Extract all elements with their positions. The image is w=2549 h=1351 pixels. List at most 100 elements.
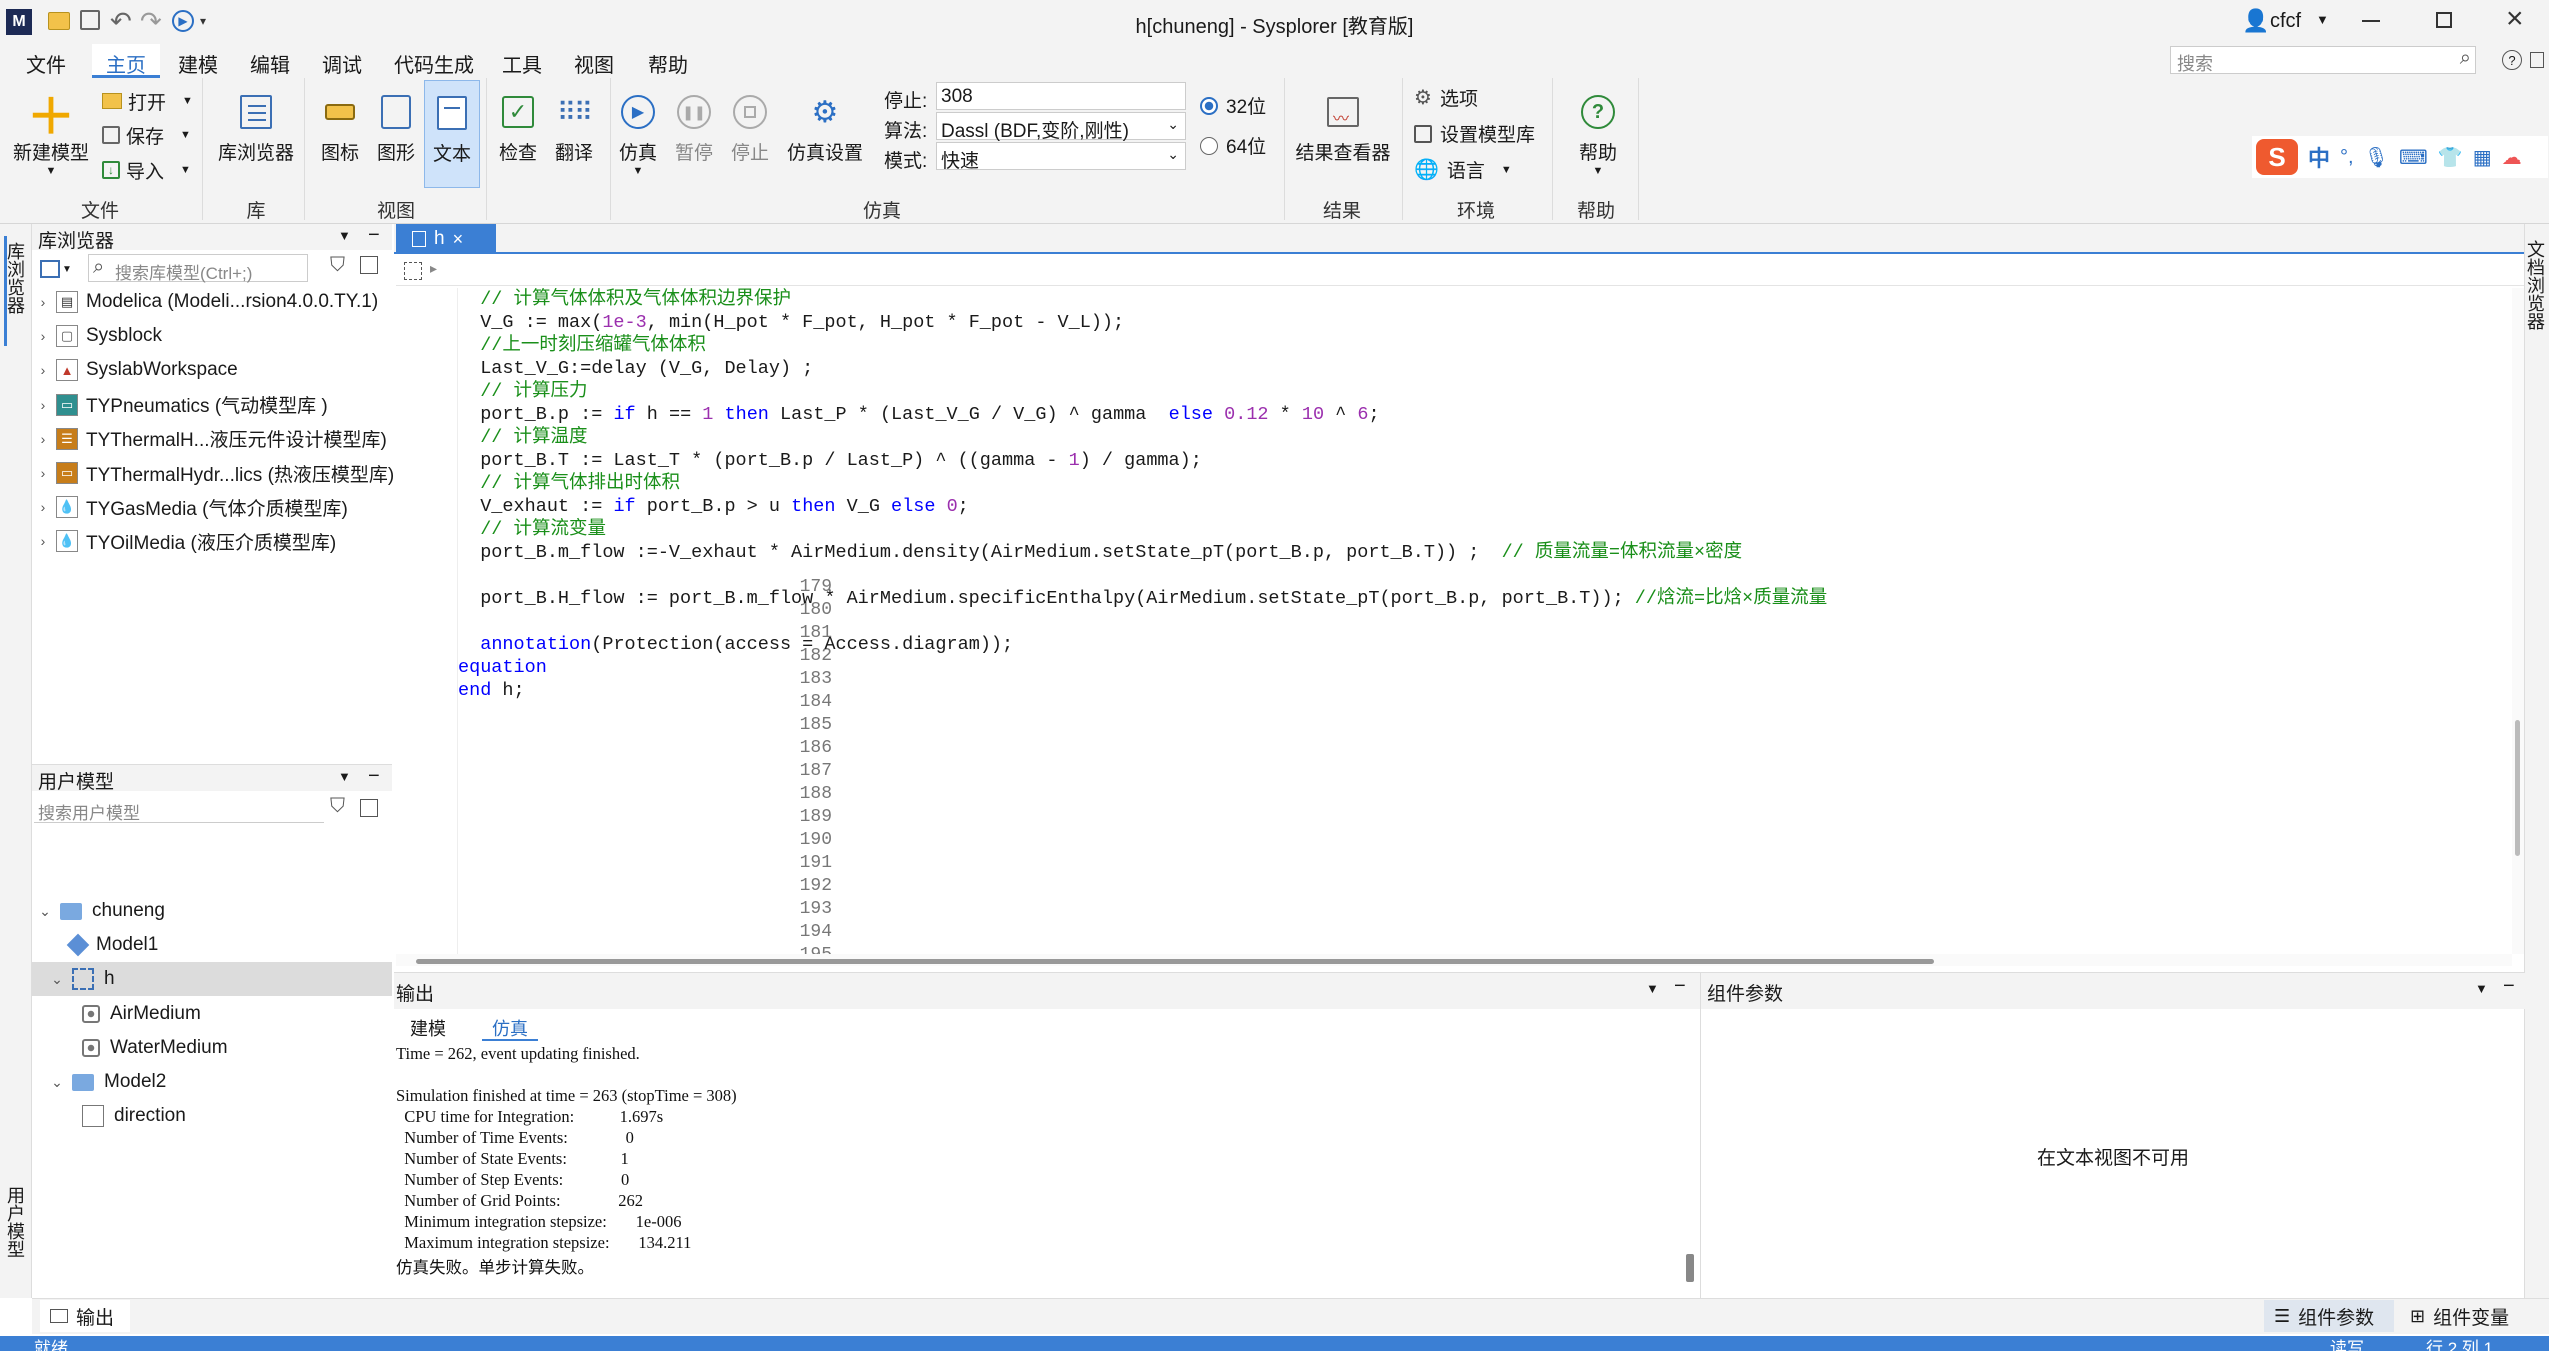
expand-caret-icon[interactable]: › bbox=[34, 397, 52, 413]
dock-tab-vars[interactable]: ⊞ 组件变量 bbox=[2400, 1300, 2530, 1332]
open-button[interactable]: 打开 ▼ bbox=[102, 86, 193, 116]
result-viewer-button[interactable]: 〰 结果查看器 bbox=[1290, 86, 1396, 165]
editor-hscroll-thumb[interactable] bbox=[416, 959, 1934, 964]
mode-select[interactable]: 快速 ⌄ bbox=[936, 142, 1186, 172]
expand-caret-icon[interactable]: ⌄ bbox=[48, 971, 66, 988]
sogou-logo-icon[interactable]: S bbox=[2256, 139, 2298, 175]
check-button[interactable]: ✓ 检查 bbox=[492, 86, 544, 165]
lib-tree-item[interactable]: › 💧 TYGasMedia (气体介质模型库) bbox=[34, 490, 348, 524]
code-editor[interactable]: 179 180 181 182 183 184 185 186 187 188 189 190 191 1… bbox=[396, 288, 2512, 954]
lib-tree-item[interactable]: › ▢ Sysblock bbox=[34, 319, 162, 353]
menu-view[interactable]: 视图 bbox=[574, 49, 614, 78]
stop-time-input[interactable]: 308 bbox=[936, 82, 1186, 110]
menu-home[interactable]: 主页 bbox=[92, 44, 160, 78]
simulate-button[interactable]: ▶ 仿真 ▼ bbox=[612, 86, 664, 177]
user-tree-item[interactable]: ⌄ Model2 bbox=[48, 1065, 166, 1099]
panel-menu-icon[interactable]: ▼ bbox=[338, 228, 351, 243]
menu-edit[interactable]: 编辑 bbox=[250, 49, 290, 78]
user-icon[interactable]: 👤 bbox=[2242, 8, 2269, 34]
panel-close-icon[interactable]: − bbox=[2503, 975, 2515, 998]
menu-debug[interactable]: 调试 bbox=[322, 49, 362, 78]
side-tab-user-models[interactable]: 用户模型 bbox=[4, 1186, 28, 1294]
user-name[interactable]: cfcf bbox=[2270, 10, 2301, 33]
sim-settings-button[interactable]: ⚙ 仿真设置 bbox=[782, 86, 868, 165]
game-icon[interactable]: ☁ bbox=[2502, 145, 2522, 170]
class-select-icon[interactable] bbox=[404, 262, 422, 280]
collapse-all-icon[interactable] bbox=[360, 799, 378, 817]
user-search-input[interactable]: 搜索用户模型 bbox=[34, 797, 324, 823]
output-vscrollbar[interactable] bbox=[1686, 1254, 1694, 1282]
lib-tree-item[interactable]: › ▭ TYPneumatics (气动模型库 ) bbox=[34, 388, 328, 422]
import-button[interactable]: ↓ 导入 ▼ bbox=[102, 155, 191, 185]
close-icon[interactable]: × bbox=[2506, 2, 2524, 36]
menu-modeling[interactable]: 建模 bbox=[178, 49, 218, 78]
user-tree-item[interactable]: Model1 bbox=[64, 928, 158, 962]
help-circle-icon[interactable]: ? bbox=[2502, 50, 2522, 70]
expand-caret-icon[interactable]: ⌄ bbox=[36, 903, 54, 920]
user-tree-item[interactable]: AirMedium bbox=[76, 997, 201, 1031]
user-dropdown-icon[interactable]: ▼ bbox=[2316, 12, 2329, 27]
code-text[interactable]: // 计算气体体积及气体体积边界保护 V_G := max(1e-3, min(… bbox=[458, 288, 2508, 954]
dock-tab-output[interactable]: 输出 bbox=[40, 1300, 130, 1332]
toolbox-icon[interactable]: ▦ bbox=[2473, 145, 2492, 170]
menu-help[interactable]: 帮助 bbox=[648, 49, 688, 78]
user-tree-item[interactable]: ⌄ h bbox=[48, 962, 115, 996]
keyboard-icon[interactable]: ⌨ bbox=[2399, 145, 2428, 170]
editor-tab-h[interactable]: h × bbox=[396, 224, 496, 254]
panel-menu-icon[interactable]: ▼ bbox=[2475, 981, 2488, 996]
ime-zh-indicator[interactable]: 中 bbox=[2308, 141, 2330, 173]
restore-icon[interactable] bbox=[2436, 12, 2452, 28]
editor-vscrollbar[interactable] bbox=[2512, 288, 2524, 954]
options-button[interactable]: ⚙ 选项 bbox=[1414, 84, 1478, 111]
expand-caret-icon[interactable]: › bbox=[34, 533, 52, 549]
side-tab-lib-browser[interactable]: 库浏览器 bbox=[4, 236, 28, 346]
diagram-view-button[interactable]: 图形 bbox=[370, 86, 422, 165]
global-search[interactable]: 搜索 ⌕ bbox=[2170, 46, 2476, 74]
menu-tools[interactable]: 工具 bbox=[502, 49, 542, 78]
output-tab-modeling[interactable]: 建模 bbox=[410, 1015, 446, 1041]
menu-file[interactable]: 文件 bbox=[26, 49, 66, 78]
panel-menu-icon[interactable]: ▼ bbox=[338, 769, 351, 784]
icon-view-button[interactable]: 图标 bbox=[314, 86, 366, 165]
user-tree-item[interactable]: WaterMedium bbox=[76, 1031, 228, 1065]
lib-tree-item[interactable]: › ▤ Modelica (Modeli...rsion4.0.0.TY.1) bbox=[34, 285, 378, 319]
bit64-radio[interactable]: 64位 bbox=[1200, 132, 1266, 159]
search-icon[interactable]: ⌕ bbox=[2460, 47, 2471, 70]
editor-hscrollbar[interactable] bbox=[396, 954, 2512, 966]
pin-icon[interactable] bbox=[2530, 52, 2544, 68]
filter-icon[interactable]: ⛉ bbox=[330, 795, 345, 818]
expand-caret-icon[interactable]: › bbox=[34, 328, 52, 344]
lib-tree-item[interactable]: › 💧 TYOilMedia (液压介质模型库) bbox=[34, 524, 336, 558]
side-tab-doc-browser[interactable]: 文档浏览器 bbox=[2525, 240, 2548, 360]
panel-close-icon[interactable]: − bbox=[368, 224, 380, 247]
microphone-icon[interactable]: 🎙 bbox=[2364, 145, 2389, 170]
lib-tree-item[interactable]: › ▭ TYThermalHydr...lics (热液压模型库) bbox=[34, 456, 394, 490]
set-lib-button[interactable]: 设置模型库 bbox=[1414, 120, 1535, 147]
save-button[interactable]: 保存 ▼ bbox=[102, 120, 191, 150]
user-tree-item[interactable]: direction bbox=[76, 1099, 186, 1133]
lib-tree-item[interactable]: › ☰ TYThermalH...液压元件设计模型库) bbox=[34, 422, 387, 456]
translate-button[interactable]: ⠿⠿ 翻译 bbox=[548, 86, 600, 165]
collapse-all-icon[interactable] bbox=[360, 256, 378, 274]
menu-codegen[interactable]: 代码生成 bbox=[394, 49, 474, 78]
pause-button[interactable]: ❚❚ 暂停 bbox=[668, 86, 720, 165]
dock-tab-params[interactable]: ☰ 组件参数 bbox=[2264, 1300, 2394, 1332]
tab-close-icon[interactable]: × bbox=[453, 229, 464, 250]
algorithm-select[interactable]: Dassl (BDF,变阶,刚性) ⌄ bbox=[936, 112, 1186, 142]
help-button[interactable]: ? 帮助 ▼ bbox=[1568, 86, 1628, 177]
skin-icon[interactable]: 👕 bbox=[2438, 145, 2463, 170]
lib-browser-button[interactable]: 库浏览器 bbox=[212, 86, 300, 165]
new-model-button[interactable]: ＋ 新建模型 ▼ bbox=[8, 86, 94, 177]
editor-vscroll-thumb[interactable] bbox=[2515, 720, 2520, 856]
panel-close-icon[interactable]: − bbox=[1674, 975, 1686, 998]
filter-icon[interactable]: ⛉ bbox=[330, 254, 345, 277]
panel-menu-icon[interactable]: ▼ bbox=[1646, 981, 1659, 996]
expand-caret-icon[interactable]: › bbox=[34, 465, 52, 481]
bit32-radio[interactable]: 32位 bbox=[1200, 92, 1266, 119]
expand-caret-icon[interactable]: › bbox=[34, 431, 52, 447]
expand-caret-icon[interactable]: › bbox=[34, 362, 52, 378]
minimize-icon[interactable] bbox=[2362, 20, 2380, 22]
language-button[interactable]: 🌐 语言 ▼ bbox=[1414, 156, 1512, 183]
expand-caret-icon[interactable]: › bbox=[34, 499, 52, 515]
expand-caret-icon[interactable]: › bbox=[34, 294, 52, 310]
